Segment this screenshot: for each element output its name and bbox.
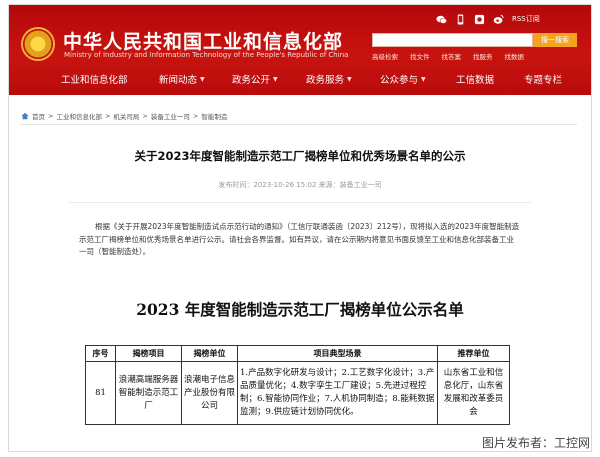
site-title: 中华人民共和国工业和信息化部 xyxy=(63,31,344,53)
cell-project: 浪潮高端服务器智能制造示范工厂 xyxy=(115,361,182,425)
chevron-down-icon: ▼ xyxy=(347,75,352,83)
quick-links: 高级检索 找文件 找答案 找服务 找数据 xyxy=(372,51,524,61)
page-screenshot: 中华人民共和国工业和信息化部 Ministry of Industry and … xyxy=(8,4,592,452)
quick-link-services[interactable]: 找服务 xyxy=(473,51,493,61)
header-recommender: 推荐单位 xyxy=(437,345,510,362)
nav-item-special-topics[interactable]: 专题专栏 xyxy=(524,72,562,86)
breadcrumb-ministry[interactable]: 工业和信息化部 xyxy=(56,111,102,121)
breadcrumb-equipment-dept[interactable]: 装备工业一司 xyxy=(151,111,190,121)
breadcrumb-separator: > xyxy=(48,112,54,120)
breadcrumb-smart-manufacturing[interactable]: 智能制造 xyxy=(201,111,227,121)
top-icon-bar: RSS订阅 xyxy=(436,12,540,26)
quick-link-data[interactable]: 找数据 xyxy=(505,51,525,61)
search-input[interactable] xyxy=(372,33,533,47)
site-header: 中华人民共和国工业和信息化部 Ministry of Industry and … xyxy=(9,5,591,95)
article-body: 根据《关于开展2023年度智能制造试点示范行动的通知》（工信厅联通装函〔2023… xyxy=(79,221,521,259)
breadcrumb-separator: > xyxy=(142,112,148,120)
rss-link[interactable]: RSS订阅 xyxy=(512,14,540,24)
publisher-watermark: 图片发布者：工控网 xyxy=(481,436,590,450)
nav-item-ministry[interactable]: 工业和信息化部 xyxy=(61,72,128,86)
search-button[interactable]: 搜一搜索 xyxy=(533,33,577,47)
nav-item-news[interactable]: 新闻动态 ▼ xyxy=(159,72,205,86)
header-scenes: 项目典型场景 xyxy=(237,345,438,362)
site-subtitle: Ministry of Industry and Information Tec… xyxy=(64,51,349,59)
breadcrumb-departments[interactable]: 机关司局 xyxy=(113,111,139,121)
main-nav: 工业和信息化部 新闻动态 ▼ 政务公开 ▼ 政务服务 ▼ 公众参与 ▼ 工信数据 专题专… xyxy=(9,69,591,89)
header-unit: 揭榜单位 xyxy=(181,345,238,362)
article-paragraph: 根据《关于开展2023年度智能制造试点示范行动的通知》（工信厅联通装函〔2023… xyxy=(79,222,520,256)
quick-link-answers[interactable]: 找答案 xyxy=(442,51,462,61)
breadcrumb-home[interactable]: 首页 xyxy=(32,111,45,121)
chevron-down-icon: ▼ xyxy=(421,75,426,83)
cell-no: 81 xyxy=(85,361,116,425)
national-emblem-icon xyxy=(21,27,55,61)
result-table: 序号 揭榜项目 揭榜单位 项目典型场景 推荐单位 81 浪潮高端服务器智能制造示… xyxy=(85,345,510,425)
cell-unit: 浪潮电子信息产业股份有限公司 xyxy=(181,361,238,425)
home-icon xyxy=(21,112,29,120)
breadcrumb: 首页 > 工业和信息化部 > 机关司局 > 装备工业一司 > 智能制造 xyxy=(21,111,227,121)
header-no: 序号 xyxy=(85,345,116,362)
weibo-icon[interactable] xyxy=(493,14,504,25)
table-row: 81 浪潮高端服务器智能制造示范工厂 浪潮电子信息产业股份有限公司 1.产品数字… xyxy=(85,361,510,425)
table-header-row: 序号 揭榜项目 揭榜单位 项目典型场景 推荐单位 xyxy=(85,345,510,362)
nav-item-public-participation[interactable]: 公众参与 ▼ xyxy=(380,72,426,86)
header-project: 揭榜项目 xyxy=(115,345,182,362)
cell-recommender: 山东省工业和信息化厅，山东省发展和改革委员会 xyxy=(437,361,510,425)
nav-item-government-affairs[interactable]: 政务公开 ▼ xyxy=(232,72,278,86)
wechat-icon[interactable] xyxy=(436,14,447,25)
breadcrumb-separator: > xyxy=(192,112,199,120)
quick-link-advanced-search[interactable]: 高级检索 xyxy=(372,51,398,61)
nav-item-data[interactable]: 工信数据 xyxy=(456,72,494,86)
cell-scenes: 1.产品数字化研发与设计；2.工艺数字化设计；3.产品质量优化；4.数字孪生工厂… xyxy=(237,361,438,425)
list-title: 2023 年度智能制造示范工厂揭榜单位公示名单 xyxy=(136,300,464,319)
app-icon[interactable] xyxy=(474,14,485,25)
divider xyxy=(69,202,531,203)
breadcrumb-separator: > xyxy=(104,112,111,120)
nav-item-government-services[interactable]: 政务服务 ▼ xyxy=(306,72,352,86)
mobile-icon[interactable] xyxy=(455,13,466,25)
article-title: 关于2023年度智能制造示范工厂揭榜单位和优秀场景名单的公示 xyxy=(134,149,466,163)
divider xyxy=(21,124,577,125)
chevron-down-icon: ▼ xyxy=(200,75,205,83)
quick-link-files[interactable]: 找文件 xyxy=(410,51,430,61)
article-meta: 发布时间：2023-10-26 15:02 来源：装备工业一司 xyxy=(218,181,382,189)
chevron-down-icon: ▼ xyxy=(273,75,278,83)
